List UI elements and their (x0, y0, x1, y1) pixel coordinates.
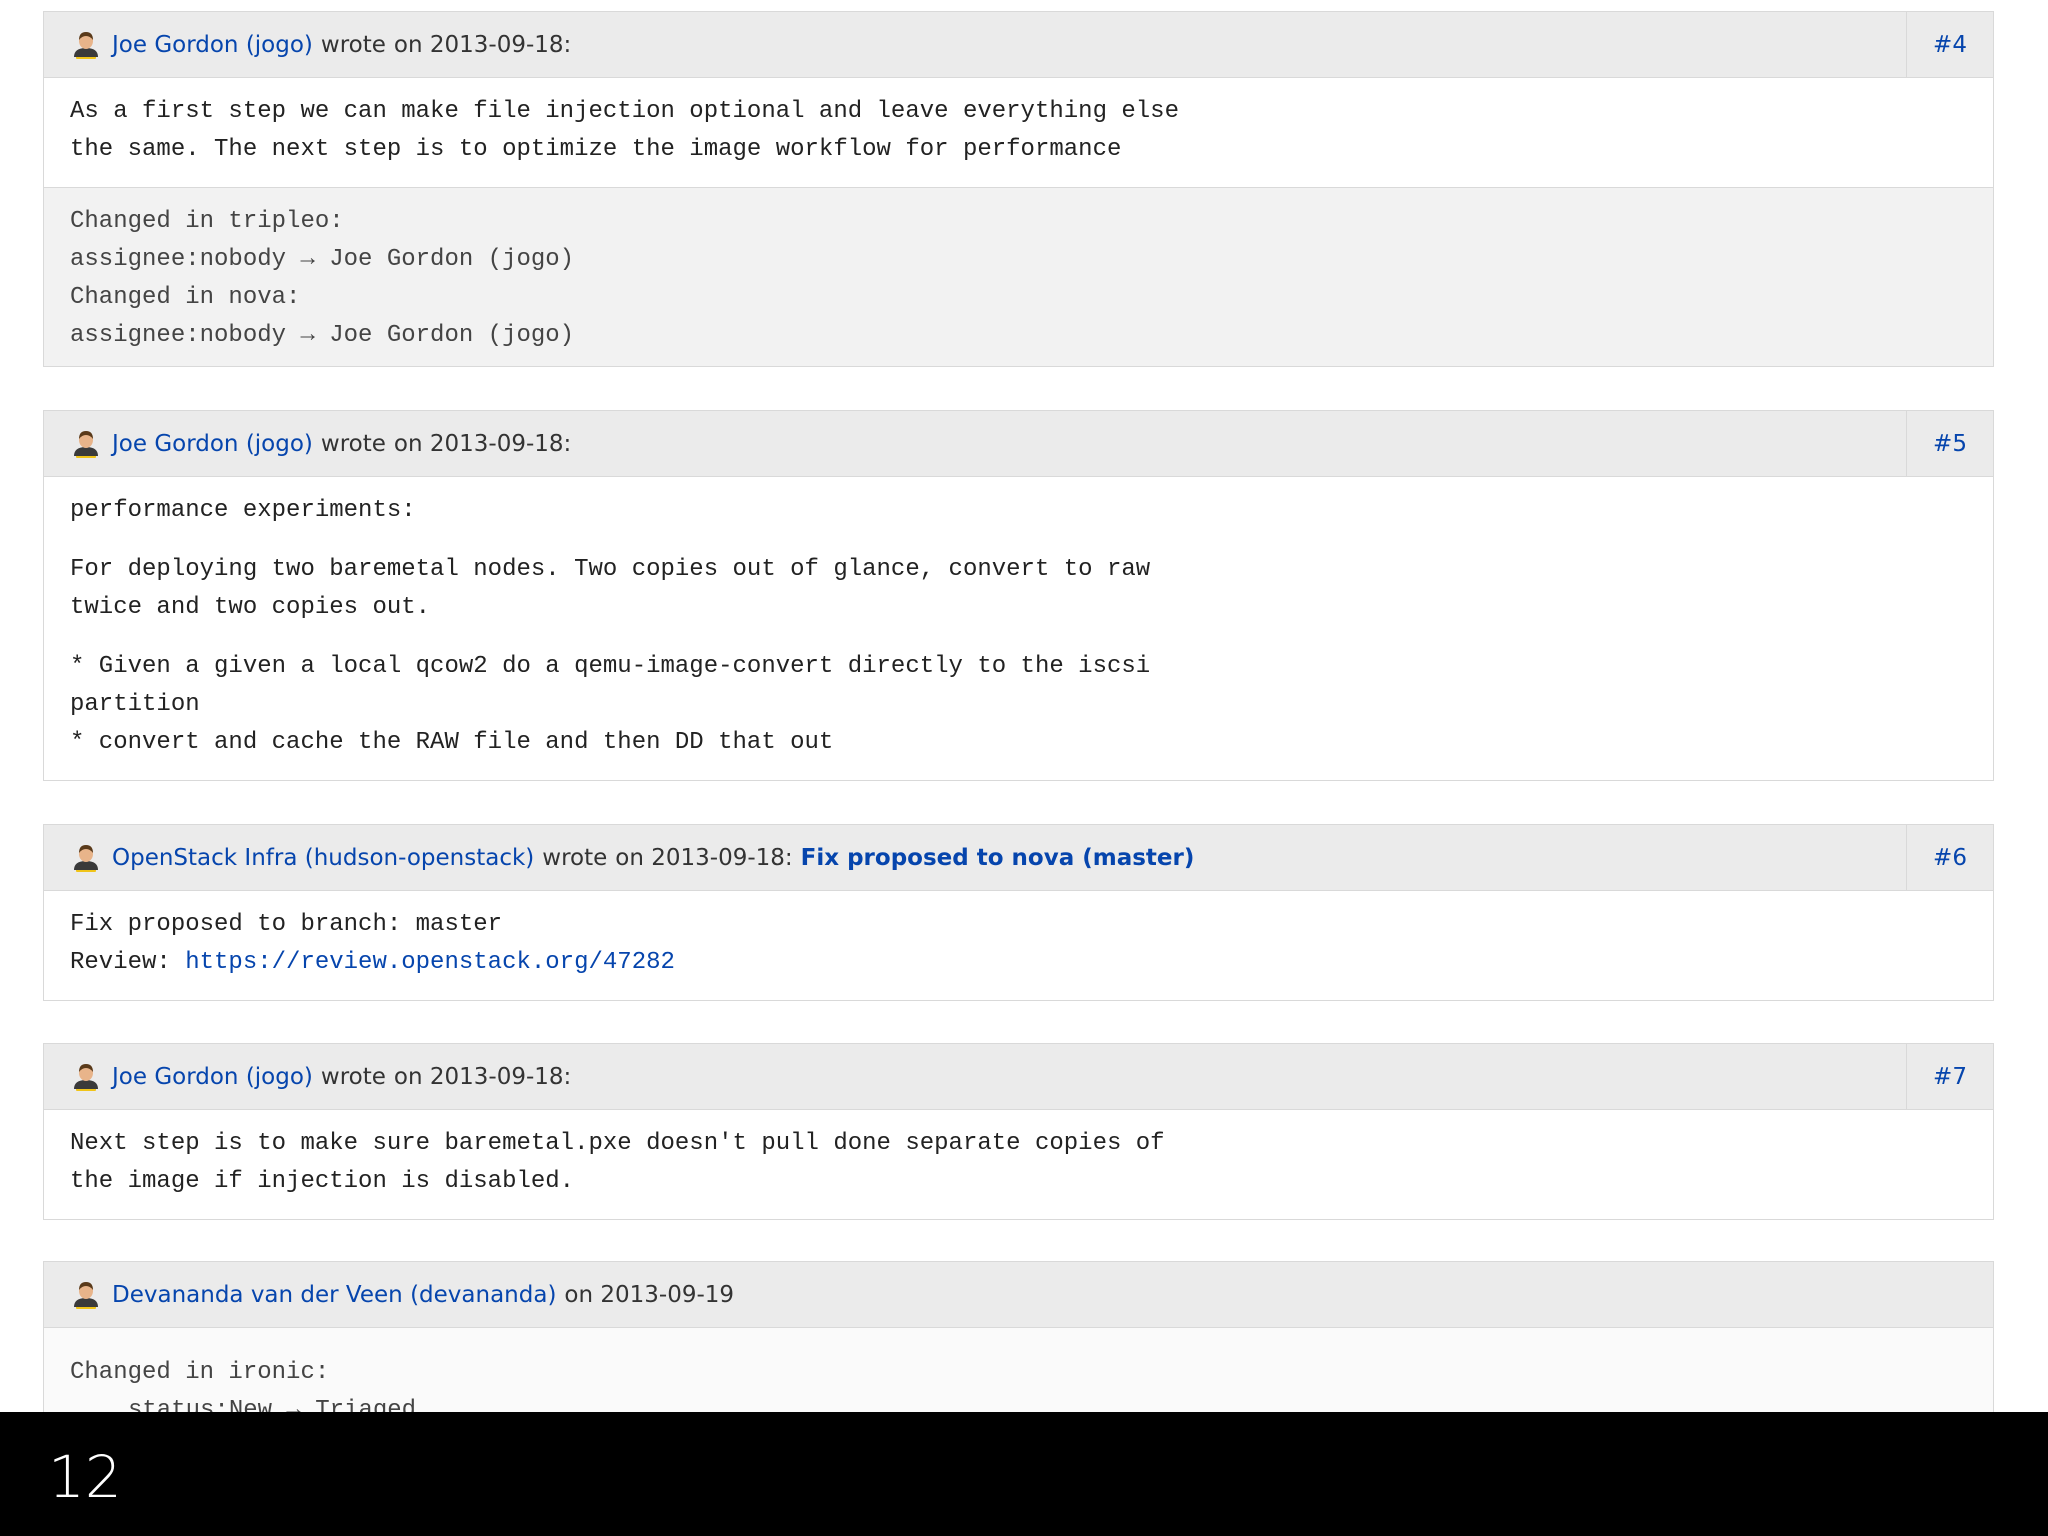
comment-header: Joe Gordon (jogo) wrote on 2013-09-18: #… (44, 1044, 1993, 1110)
comment-header: Joe Gordon (jogo) wrote on 2013-09-18: #… (44, 12, 1993, 78)
comment-date: on 2013-09-18: (615, 844, 793, 871)
slide-number: 12 (48, 1443, 122, 1511)
comment-body: Next step is to make sure baremetal.pxe … (44, 1110, 1993, 1219)
comment-header: Devananda van der Veen (devananda) on 20… (44, 1262, 1993, 1328)
wrote-label: wrote (320, 1063, 386, 1090)
wrote-label: wrote (542, 844, 608, 871)
activity-line: Changed in tripleo: (70, 208, 344, 235)
activity-log: Changed in tripleo: assignee:nobody → Jo… (44, 187, 1993, 366)
comment-text: performance experiments: (70, 497, 416, 524)
comment-text: Fix proposed to branch: master (70, 911, 503, 938)
comment-date: on 2013-09-18: (393, 1063, 572, 1090)
wrote-label: wrote (320, 430, 386, 457)
comment-7: Joe Gordon (jogo) wrote on 2013-09-18: #… (43, 1043, 1994, 1220)
review-line: Review: https://review.openstack.org/472… (70, 944, 1967, 982)
comment-date: on 2013-09-18: (393, 430, 572, 457)
author-link[interactable]: Joe Gordon (jogo) (112, 1064, 313, 1090)
comment-text: As a first step we can make file injecti… (70, 98, 1179, 163)
person-icon (74, 1281, 98, 1309)
activity-line: assignee:nobody → Joe Gordon (jogo) (70, 246, 575, 273)
review-label: Review: (70, 949, 186, 976)
author-link[interactable]: Joe Gordon (jogo) (112, 32, 313, 58)
author-link[interactable]: Devananda van der Veen (devananda) (112, 1282, 556, 1308)
person-icon (74, 1063, 98, 1091)
comment-number-link[interactable]: #5 (1906, 411, 1993, 476)
comment-date: on 2013-09-18: (393, 31, 572, 58)
presentation-footer: 12 (0, 1412, 2048, 1536)
activity-line: assignee:nobody → Joe Gordon (jogo) (70, 322, 575, 349)
comment-number-link[interactable]: #7 (1906, 1044, 1993, 1109)
bug-comments-viewport: Joe Gordon (jogo) wrote on 2013-09-18: #… (0, 0, 2048, 1412)
person-icon (74, 31, 98, 59)
comment-text: * Given a given a local qcow2 do a qemu-… (70, 653, 1151, 756)
comment-5: Joe Gordon (jogo) wrote on 2013-09-18: #… (43, 410, 1994, 781)
person-icon (74, 430, 98, 458)
comment-number-link[interactable]: #6 (1906, 825, 1993, 890)
activity-line: status:New → Triaged (128, 1397, 417, 1412)
author-link[interactable]: OpenStack Infra (hudson-openstack) (112, 845, 534, 871)
comment-header: OpenStack Infra (hudson-openstack) wrote… (44, 825, 1993, 891)
comment-text: For deploying two baremetal nodes. Two c… (70, 556, 1151, 621)
comment-text: Next step is to make sure baremetal.pxe … (70, 1130, 1165, 1195)
comment-body: Fix proposed to branch: master Review: h… (44, 891, 1993, 1000)
comment-date: on 2013-09-19 (564, 1281, 735, 1308)
comment-body: performance experiments: For deploying t… (44, 477, 1993, 780)
comment-6: OpenStack Infra (hudson-openstack) wrote… (43, 824, 1994, 1001)
comment-body: As a first step we can make file injecti… (44, 78, 1993, 187)
activity-line: Changed in nova: (70, 284, 301, 311)
activity-line: Changed in ironic: (70, 1359, 330, 1386)
comment-header: Joe Gordon (jogo) wrote on 2013-09-18: #… (44, 411, 1993, 477)
activity-entry: Devananda van der Veen (devananda) on 20… (43, 1261, 1994, 1412)
review-url-link[interactable]: https://review.openstack.org/47282 (185, 949, 675, 976)
fix-proposed-link[interactable]: Fix proposed to nova (master) (801, 845, 1195, 871)
comment-number-link[interactable]: #4 (1906, 12, 1993, 77)
person-icon (74, 844, 98, 872)
activity-log: Changed in ironic: status:New → Triaged (44, 1328, 1993, 1412)
comment-4: Joe Gordon (jogo) wrote on 2013-09-18: #… (43, 11, 1994, 367)
wrote-label: wrote (320, 31, 386, 58)
author-link[interactable]: Joe Gordon (jogo) (112, 431, 313, 457)
